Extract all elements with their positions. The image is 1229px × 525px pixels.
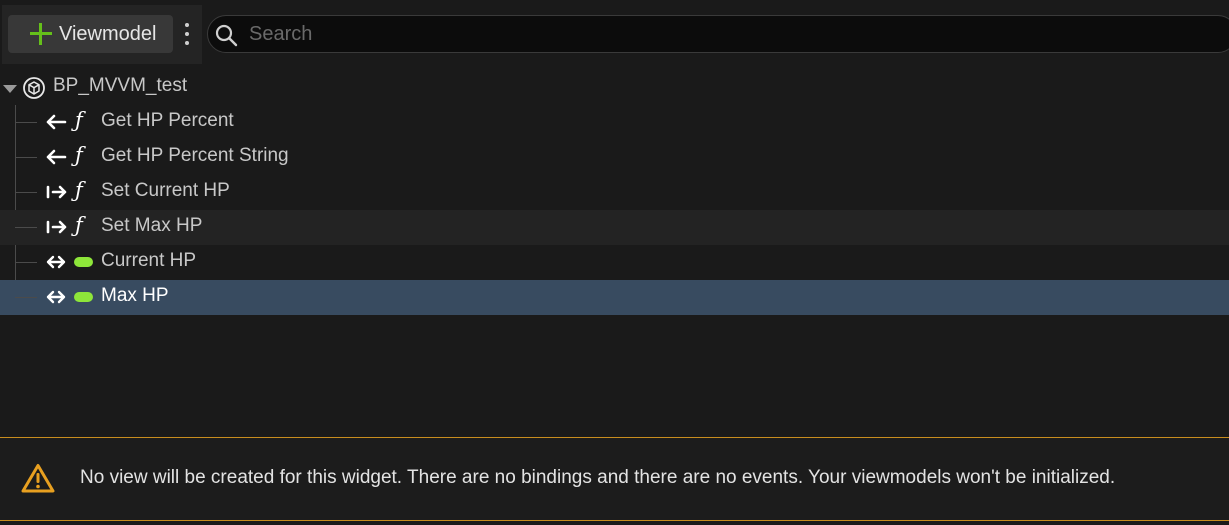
tree-connector	[15, 262, 37, 263]
tree-connector	[15, 122, 37, 123]
more-options-icon[interactable]	[182, 20, 192, 50]
function-icon: ƒ	[75, 108, 83, 132]
plus-icon	[29, 22, 53, 46]
arrow-left-icon	[46, 114, 67, 130]
tree-connector	[15, 297, 37, 298]
warning-triangle-icon	[21, 464, 55, 493]
warning-message: No view will be created for this widget.…	[80, 467, 1116, 488]
warning-bar: No view will be created for this widget.…	[0, 437, 1229, 521]
tree-item-get-hp-percent-string[interactable]: ƒ Get HP Percent String	[0, 140, 1229, 175]
tree-item-max-hp[interactable]: Max HP	[0, 280, 1229, 315]
tree-root-row[interactable]: BP_MVVM_test	[0, 70, 1229, 105]
function-icon: ƒ	[75, 143, 83, 167]
arrow-right-icon	[46, 220, 67, 234]
tree-root-label: BP_MVVM_test	[53, 75, 188, 96]
arrow-right-icon	[46, 185, 67, 199]
tree-item-label: Set Current HP	[101, 180, 230, 201]
function-icon: ƒ	[75, 213, 83, 237]
tree-item-label: Set Max HP	[101, 215, 203, 236]
arrow-both-icon	[46, 255, 66, 269]
expand-arrow-icon[interactable]	[3, 85, 17, 93]
add-viewmodel-button[interactable]: Viewmodel	[8, 15, 173, 53]
add-viewmodel-label: Viewmodel	[59, 22, 157, 45]
tree-item-label: Max HP	[101, 285, 169, 306]
cube-icon	[23, 77, 45, 99]
search-box[interactable]	[207, 15, 1229, 53]
property-pill-icon	[74, 292, 93, 302]
tree-item-current-hp[interactable]: Current HP	[0, 245, 1229, 280]
tree-connector	[15, 227, 37, 228]
tree-item-label: Get HP Percent String	[101, 145, 289, 166]
tree-item-get-hp-percent[interactable]: ƒ Get HP Percent	[0, 105, 1229, 140]
tree-connector	[15, 157, 37, 158]
arrow-both-icon	[46, 290, 66, 304]
tree-item-set-current-hp[interactable]: ƒ Set Current HP	[0, 175, 1229, 210]
search-icon	[215, 24, 238, 47]
toolbar: Viewmodel	[0, 0, 1229, 68]
tree-item-set-max-hp[interactable]: ƒ Set Max HP	[0, 210, 1229, 245]
tree-item-label: Get HP Percent	[101, 110, 234, 131]
search-input[interactable]	[249, 20, 1149, 48]
tree-connector	[15, 192, 37, 193]
arrow-left-icon	[46, 149, 67, 165]
tree-item-label: Current HP	[101, 250, 197, 271]
function-icon: ƒ	[75, 178, 83, 202]
property-pill-icon	[74, 257, 93, 267]
